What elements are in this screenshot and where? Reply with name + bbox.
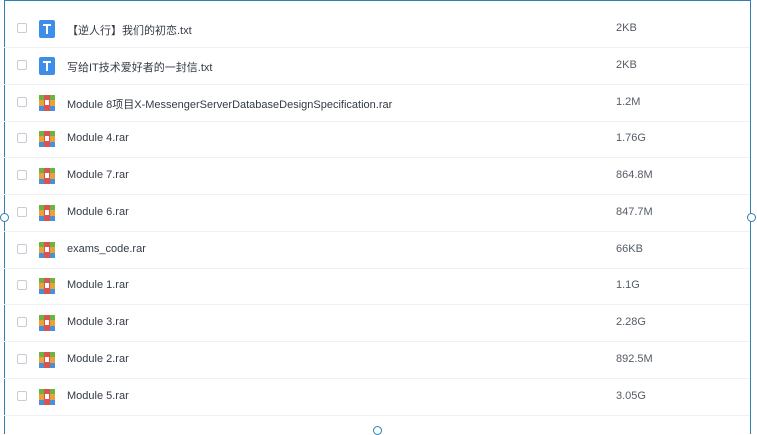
file-name[interactable]: Module 6.rar	[67, 206, 129, 218]
file-row[interactable]: Module 1.rar 1.1G	[4, 269, 750, 305]
file-size: 847.7M	[616, 206, 653, 218]
file-row[interactable]: Module 5.rar 3.05G	[4, 380, 750, 416]
row-checkbox[interactable]	[17, 97, 27, 107]
file-size: 1.76G	[616, 132, 646, 144]
file-row[interactable]: Module 2.rar 892.5M	[4, 343, 750, 379]
file-name[interactable]: Module 3.rar	[67, 316, 129, 328]
file-size: 1.1G	[616, 279, 640, 291]
file-row[interactable]: 【逆人行】我们的初恋.txt 2KB	[4, 12, 750, 48]
file-size: 2.28G	[616, 316, 646, 328]
txt-file-icon	[39, 57, 55, 75]
rar-archive-icon	[39, 278, 55, 294]
file-name[interactable]: Module 2.rar	[67, 353, 129, 365]
file-size: 2KB	[616, 22, 637, 34]
row-checkbox[interactable]	[17, 133, 27, 143]
resize-handle-right[interactable]	[747, 213, 756, 222]
row-checkbox[interactable]	[17, 317, 27, 327]
file-name[interactable]: Module 4.rar	[67, 132, 129, 144]
file-row[interactable]: 写给IT技术爱好者的一封信.txt 2KB	[4, 49, 750, 85]
file-size: 1.2M	[616, 96, 641, 108]
row-checkbox[interactable]	[17, 354, 27, 364]
file-name[interactable]: 写给IT技术爱好者的一封信.txt	[67, 59, 212, 75]
rar-archive-icon	[39, 205, 55, 221]
resize-handle-left[interactable]	[0, 213, 9, 222]
file-size: 2KB	[616, 59, 637, 71]
resize-handle-bottom[interactable]	[373, 426, 382, 435]
row-checkbox[interactable]	[17, 60, 27, 70]
row-checkbox[interactable]	[17, 170, 27, 180]
file-name[interactable]: Module 8项目X-MessengerServerDatabaseDesig…	[67, 96, 392, 112]
file-size: 864.8M	[616, 169, 653, 181]
file-row[interactable]: Module 3.rar 2.28G	[4, 306, 750, 342]
rar-archive-icon	[39, 315, 55, 331]
file-name[interactable]: Module 7.rar	[67, 169, 129, 181]
row-checkbox[interactable]	[17, 244, 27, 254]
file-name[interactable]: Module 1.rar	[67, 279, 129, 291]
file-name[interactable]: exams_code.rar	[67, 243, 146, 255]
file-size: 3.05G	[616, 390, 646, 402]
file-row[interactable]: Module 4.rar 1.76G	[4, 122, 750, 158]
file-row[interactable]: Module 8项目X-MessengerServerDatabaseDesig…	[4, 86, 750, 122]
rar-archive-icon	[39, 352, 55, 368]
rar-archive-icon	[39, 168, 55, 184]
file-size: 66KB	[616, 243, 643, 255]
row-checkbox[interactable]	[17, 23, 27, 33]
row-checkbox[interactable]	[17, 207, 27, 217]
rar-archive-icon	[39, 131, 55, 147]
rar-archive-icon	[39, 95, 55, 111]
file-row[interactable]: exams_code.rar 66KB	[4, 233, 750, 269]
row-checkbox[interactable]	[17, 391, 27, 401]
file-name[interactable]: 【逆人行】我们的初恋.txt	[67, 22, 192, 38]
file-row[interactable]: Module 6.rar 847.7M	[4, 196, 750, 232]
row-checkbox[interactable]	[17, 280, 27, 290]
rar-archive-icon	[39, 242, 55, 258]
file-row[interactable]: Module 7.rar 864.8M	[4, 159, 750, 195]
txt-file-icon	[39, 20, 55, 38]
rar-archive-icon	[39, 389, 55, 405]
file-name[interactable]: Module 5.rar	[67, 390, 129, 402]
file-size: 892.5M	[616, 353, 653, 365]
